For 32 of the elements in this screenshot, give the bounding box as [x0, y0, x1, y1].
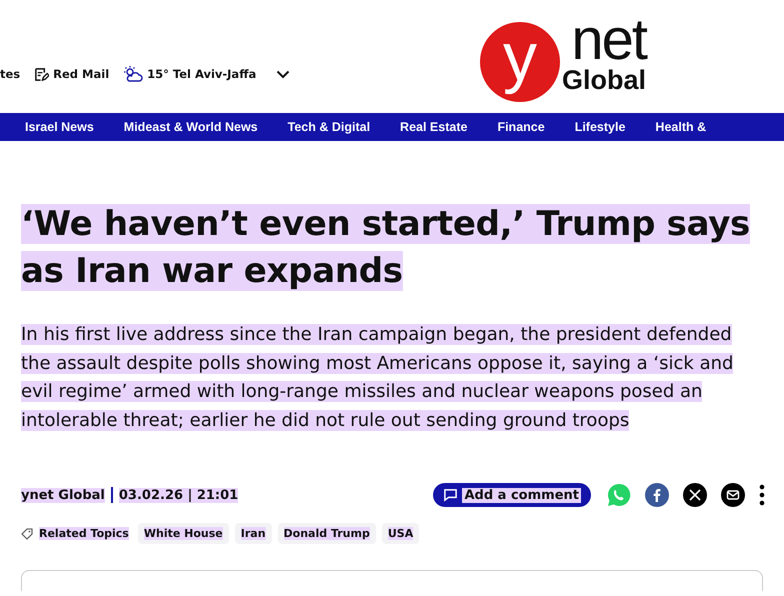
nav-link[interactable]: Tech & Digital: [288, 120, 370, 134]
nav-link[interactable]: Lifestyle: [574, 120, 626, 134]
nav-link[interactable]: Real Estate: [400, 120, 468, 134]
topic-tag[interactable]: White House: [138, 523, 229, 544]
topic-tag[interactable]: Iran: [234, 523, 272, 544]
logo-text: net: [571, 14, 646, 66]
comment-icon: [443, 488, 458, 502]
utility-link[interactable]: tes: [0, 67, 20, 81]
weather-icon: [123, 66, 144, 82]
more-icon[interactable]: [759, 484, 765, 506]
article-subtitle: In his first live address since the Iran campaign began, the president defended the assault despite polls showing most Americans oppose it, saying a ‘sick and evil regime’ armed with long-range missiles and nuclear weapons posed an intolerable threat; earlier he did not rule out sending ground troops: [21, 323, 734, 432]
logo-subtitle: Global: [562, 66, 646, 94]
nav-link[interactable]: Mideast & World News: [124, 120, 258, 134]
publish-date: 03.02.26 | 21:01: [118, 488, 238, 502]
edit-icon: [34, 66, 50, 82]
nav-link[interactable]: Finance: [497, 120, 545, 134]
x-icon[interactable]: [683, 483, 707, 507]
weather-text: 15° Tel Aviv-Jaffa: [147, 67, 256, 81]
topic-tag[interactable]: Donald Trump: [278, 523, 376, 544]
topic-tag[interactable]: USA: [382, 523, 420, 544]
headline: ‘We haven’t even started,’ Trump says as Iran war expands: [21, 203, 751, 293]
chevron-down-icon[interactable]: [276, 70, 290, 78]
related-topics-label: Related Topics: [39, 527, 129, 540]
author-link[interactable]: ynet Global: [21, 488, 105, 502]
email-icon[interactable]: [721, 483, 745, 507]
nav-link[interactable]: Health &: [655, 120, 706, 134]
tag-icon: [21, 528, 33, 540]
logo-mark[interactable]: y: [480, 22, 560, 102]
facebook-icon[interactable]: [645, 483, 669, 507]
nav-link[interactable]: Israel News: [25, 120, 94, 134]
add-comment-button[interactable]: Add a comment: [433, 483, 591, 507]
mail-link[interactable]: Red Mail: [53, 67, 110, 81]
